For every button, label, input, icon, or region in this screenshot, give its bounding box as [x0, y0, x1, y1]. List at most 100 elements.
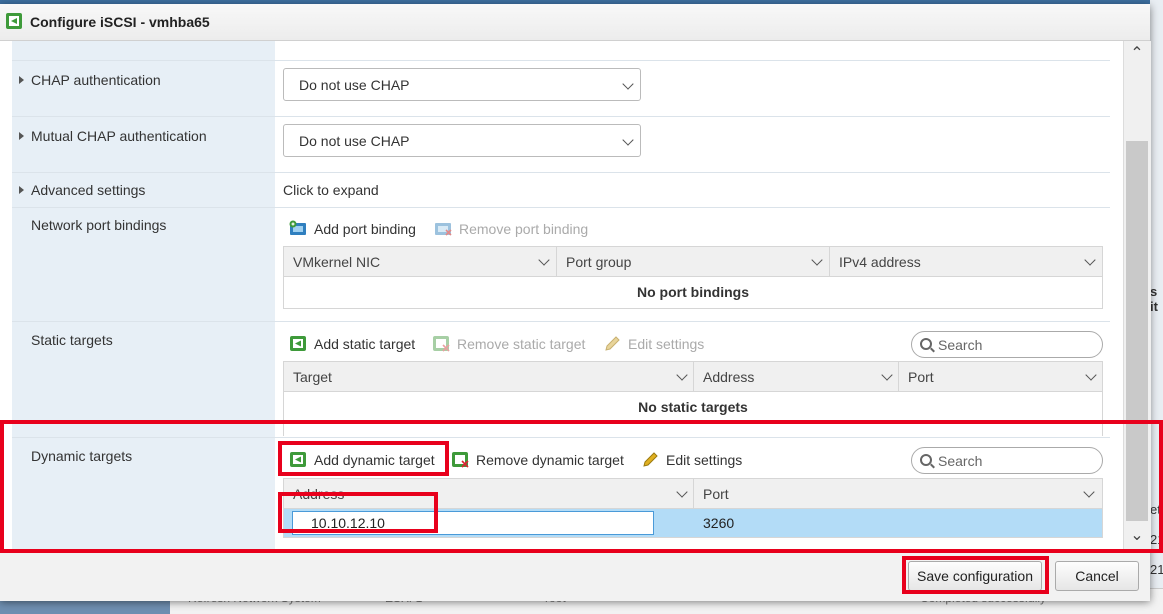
grid-header: Address Port: [284, 479, 1102, 509]
background-text: ete: [1150, 502, 1163, 517]
chap-expand-toggle[interactable]: CHAP authentication: [12, 61, 275, 116]
chevron-down-icon: [622, 78, 634, 90]
add-network-icon: [289, 220, 306, 235]
iscsi-adapter-icon: [6, 13, 22, 29]
pencil-icon: [643, 452, 658, 467]
chevron-down-icon: [1083, 486, 1095, 498]
dialog-title: Configure iSCSI - vmhba65: [30, 14, 210, 30]
search-icon: [920, 454, 932, 466]
button-label: Remove port binding: [459, 221, 589, 237]
select-value: Do not use CHAP: [299, 133, 410, 149]
row-dynamic-targets: Dynamic targets Add dynamic target Remov…: [12, 438, 1110, 549]
row-partial: [12, 41, 1110, 61]
port-value: 3260: [703, 515, 735, 531]
column-header-port-group[interactable]: Port group: [557, 247, 830, 276]
button-label: Add static target: [314, 336, 416, 352]
configure-iscsi-dialog: Configure iSCSI - vmhba65 CHAP authentic…: [0, 4, 1151, 601]
vertical-scrollbar[interactable]: ⌃ ⌄: [1123, 41, 1151, 549]
dialog-footer: Save configuration Cancel: [0, 550, 1150, 601]
table-row[interactable]: 10.10.12.10 3260: [284, 509, 1102, 537]
chevron-down-icon: [622, 134, 634, 146]
column-header-vmkernel-nic[interactable]: VMkernel NIC: [284, 247, 557, 276]
dialog-titlebar: Configure iSCSI - vmhba65: [0, 4, 1150, 41]
expand-arrow-icon: [19, 132, 24, 140]
column-header-ipv4-address[interactable]: IPv4 address: [830, 247, 1102, 276]
column-label: Address: [703, 369, 755, 385]
background-text: 21: [1150, 562, 1163, 577]
row-label: Network port bindings: [31, 217, 167, 233]
chevron-down-icon: [1085, 369, 1097, 381]
advanced-settings-expand-toggle[interactable]: Advanced settings: [12, 173, 275, 207]
column-label: Port: [908, 369, 934, 385]
row-label: Advanced settings: [31, 182, 146, 198]
background-text: s it: [1150, 284, 1158, 314]
empty-grid-message: No port bindings: [637, 284, 749, 300]
row-static-targets: Static targets Add static target Remove …: [12, 322, 1110, 438]
row-mutual-chap-authentication: Mutual CHAP authentication Do not use CH…: [12, 117, 1110, 173]
column-header-port[interactable]: Port: [694, 479, 1102, 508]
chevron-down-icon: [538, 254, 550, 266]
search-placeholder: Search: [938, 337, 983, 353]
pencil-icon: [605, 336, 620, 351]
chevron-down-icon: [676, 486, 688, 498]
button-label: Edit settings: [666, 452, 743, 468]
column-label: Port: [703, 486, 729, 502]
scroll-thumb[interactable]: [1126, 141, 1148, 521]
background-text: 21: [1150, 532, 1163, 547]
button-label: Remove dynamic target: [476, 452, 624, 468]
chevron-down-icon: [811, 254, 823, 266]
search-icon: [920, 338, 932, 350]
column-header-address[interactable]: Address: [694, 362, 899, 391]
row-label: Static targets: [31, 332, 113, 348]
chap-select[interactable]: Do not use CHAP: [283, 68, 641, 101]
button-label: Edit settings: [628, 336, 705, 352]
scroll-up-icon[interactable]: ⌃: [1128, 45, 1146, 63]
dynamic-targets-grid: Address Port 10.10.12.10 3260: [283, 478, 1103, 538]
grid-header: Target Address Port: [284, 362, 1102, 392]
mutual-chap-expand-toggle[interactable]: Mutual CHAP authentication: [12, 117, 275, 172]
remove-target-icon: [452, 452, 469, 468]
button-label: Add dynamic target: [314, 452, 435, 468]
add-target-icon: [290, 336, 306, 351]
scroll-down-icon[interactable]: ⌄: [1128, 527, 1146, 545]
chevron-down-icon: [1084, 254, 1096, 266]
row-label: CHAP authentication: [31, 72, 161, 88]
address-value: 10.10.12.10: [311, 515, 385, 531]
background-app-panel: s it ete 21 21 21: [1150, 0, 1163, 613]
expand-arrow-icon: [19, 186, 24, 194]
column-header-port[interactable]: Port: [899, 362, 1102, 391]
chevron-down-icon: [676, 369, 688, 381]
cancel-button[interactable]: Cancel: [1055, 561, 1139, 591]
row-advanced-settings: Advanced settings Click to expand: [12, 173, 1110, 208]
search-placeholder: Search: [938, 453, 983, 469]
column-label: Address: [293, 486, 345, 502]
remove-network-icon: [435, 223, 452, 236]
static-targets-search-input[interactable]: Search: [911, 331, 1103, 358]
port-bindings-grid: VMkernel NIC Port group IPv4 address No …: [283, 246, 1103, 309]
static-targets-grid: Target Address Port No static targets: [283, 361, 1103, 436]
save-configuration-button[interactable]: Save configuration: [908, 561, 1042, 591]
click-to-expand-link[interactable]: Click to expand: [283, 182, 379, 198]
expand-arrow-icon: [19, 76, 24, 84]
address-input[interactable]: 10.10.12.10: [292, 511, 654, 535]
row-network-port-bindings: Network port bindings Add port binding R…: [12, 208, 1110, 322]
dialog-content: CHAP authentication Do not use CHAP Mutu…: [0, 41, 1123, 549]
dynamic-targets-search-input[interactable]: Search: [911, 447, 1103, 474]
row-label: Dynamic targets: [31, 448, 133, 464]
button-label: Add port binding: [314, 221, 416, 237]
column-label: IPv4 address: [839, 254, 921, 270]
column-header-target[interactable]: Target: [284, 362, 694, 391]
column-header-address[interactable]: Address: [284, 479, 694, 508]
remove-target-icon: [433, 336, 450, 352]
row-label: Mutual CHAP authentication: [31, 128, 207, 144]
empty-grid-message: No static targets: [638, 399, 748, 415]
select-value: Do not use CHAP: [299, 77, 410, 93]
column-label: VMkernel NIC: [293, 254, 381, 270]
button-label: Remove static target: [457, 336, 586, 352]
chevron-down-icon: [881, 369, 893, 381]
add-target-icon: [290, 452, 306, 467]
row-chap-authentication: CHAP authentication Do not use CHAP: [12, 61, 1110, 117]
column-label: Port group: [566, 254, 632, 270]
mutual-chap-select[interactable]: Do not use CHAP: [283, 124, 641, 157]
grid-header: VMkernel NIC Port group IPv4 address: [284, 247, 1102, 277]
